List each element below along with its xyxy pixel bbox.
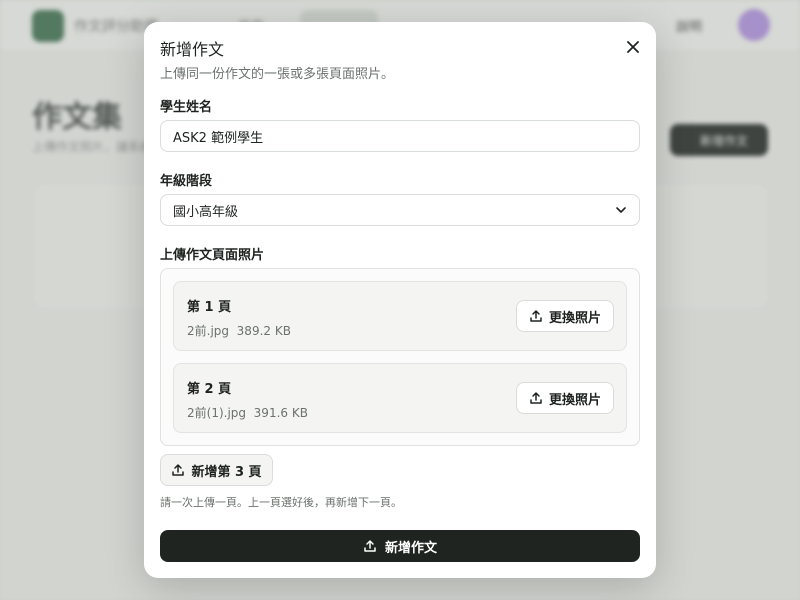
page-card-2: 第 2 頁 2前(1).jpg 391.6 KB 更換照片 xyxy=(173,363,627,433)
grade-label: 年級階段 xyxy=(160,174,213,189)
page-filesize: 389.2 KB xyxy=(236,324,291,338)
grade-select[interactable]: 國小高年級 xyxy=(160,194,640,226)
student-name-input[interactable] xyxy=(160,120,640,152)
submit-label: 新增作文 xyxy=(384,540,437,556)
page-filename: 2前.jpg xyxy=(187,324,230,338)
replace-photo-label: 更換照片 xyxy=(548,392,601,408)
replace-photo-button[interactable]: 更換照片 xyxy=(516,300,614,332)
page-label: 第 1 頁 xyxy=(187,300,232,315)
upload-icon xyxy=(529,391,543,405)
upload-label: 上傳作文頁面照片 xyxy=(160,248,265,263)
dialog-title: 新增作文 xyxy=(160,40,225,59)
new-essay-dialog: 新增作文 上傳同一份作文的一張或多張頁面照片。 學生姓名 年級階段 國小高年級 … xyxy=(144,22,656,578)
student-name-label: 學生姓名 xyxy=(160,100,213,115)
add-page-label: 新增第 3 頁 xyxy=(191,464,262,480)
upload-icon xyxy=(171,463,185,477)
upload-hint: 請一次上傳一頁。上一頁選好後，再新增下一頁。 xyxy=(160,496,402,509)
chevron-down-icon xyxy=(615,204,627,216)
page-label: 第 2 頁 xyxy=(187,382,232,397)
page-filename: 2前(1).jpg xyxy=(187,406,247,420)
replace-photo-label: 更換照片 xyxy=(548,310,601,326)
upload-icon xyxy=(363,539,377,553)
close-icon xyxy=(627,41,639,53)
dialog-subtitle: 上傳同一份作文的一張或多張頁面照片。 xyxy=(160,67,395,82)
upload-icon xyxy=(529,309,543,323)
page-file-info: 2前(1).jpg 391.6 KB xyxy=(187,404,308,421)
close-button[interactable] xyxy=(622,36,644,58)
upload-area: 第 1 頁 2前.jpg 389.2 KB 更換照片 第 2 頁 2前(1).j… xyxy=(160,268,640,446)
page-card-1: 第 1 頁 2前.jpg 389.2 KB 更換照片 xyxy=(173,281,627,351)
add-page-button[interactable]: 新增第 3 頁 xyxy=(160,454,273,486)
replace-photo-button[interactable]: 更換照片 xyxy=(516,382,614,414)
submit-button[interactable]: 新增作文 xyxy=(160,530,640,562)
grade-select-value: 國小高年級 xyxy=(173,204,239,220)
page-filesize: 391.6 KB xyxy=(253,406,308,420)
page-file-info: 2前.jpg 389.2 KB xyxy=(187,322,291,339)
